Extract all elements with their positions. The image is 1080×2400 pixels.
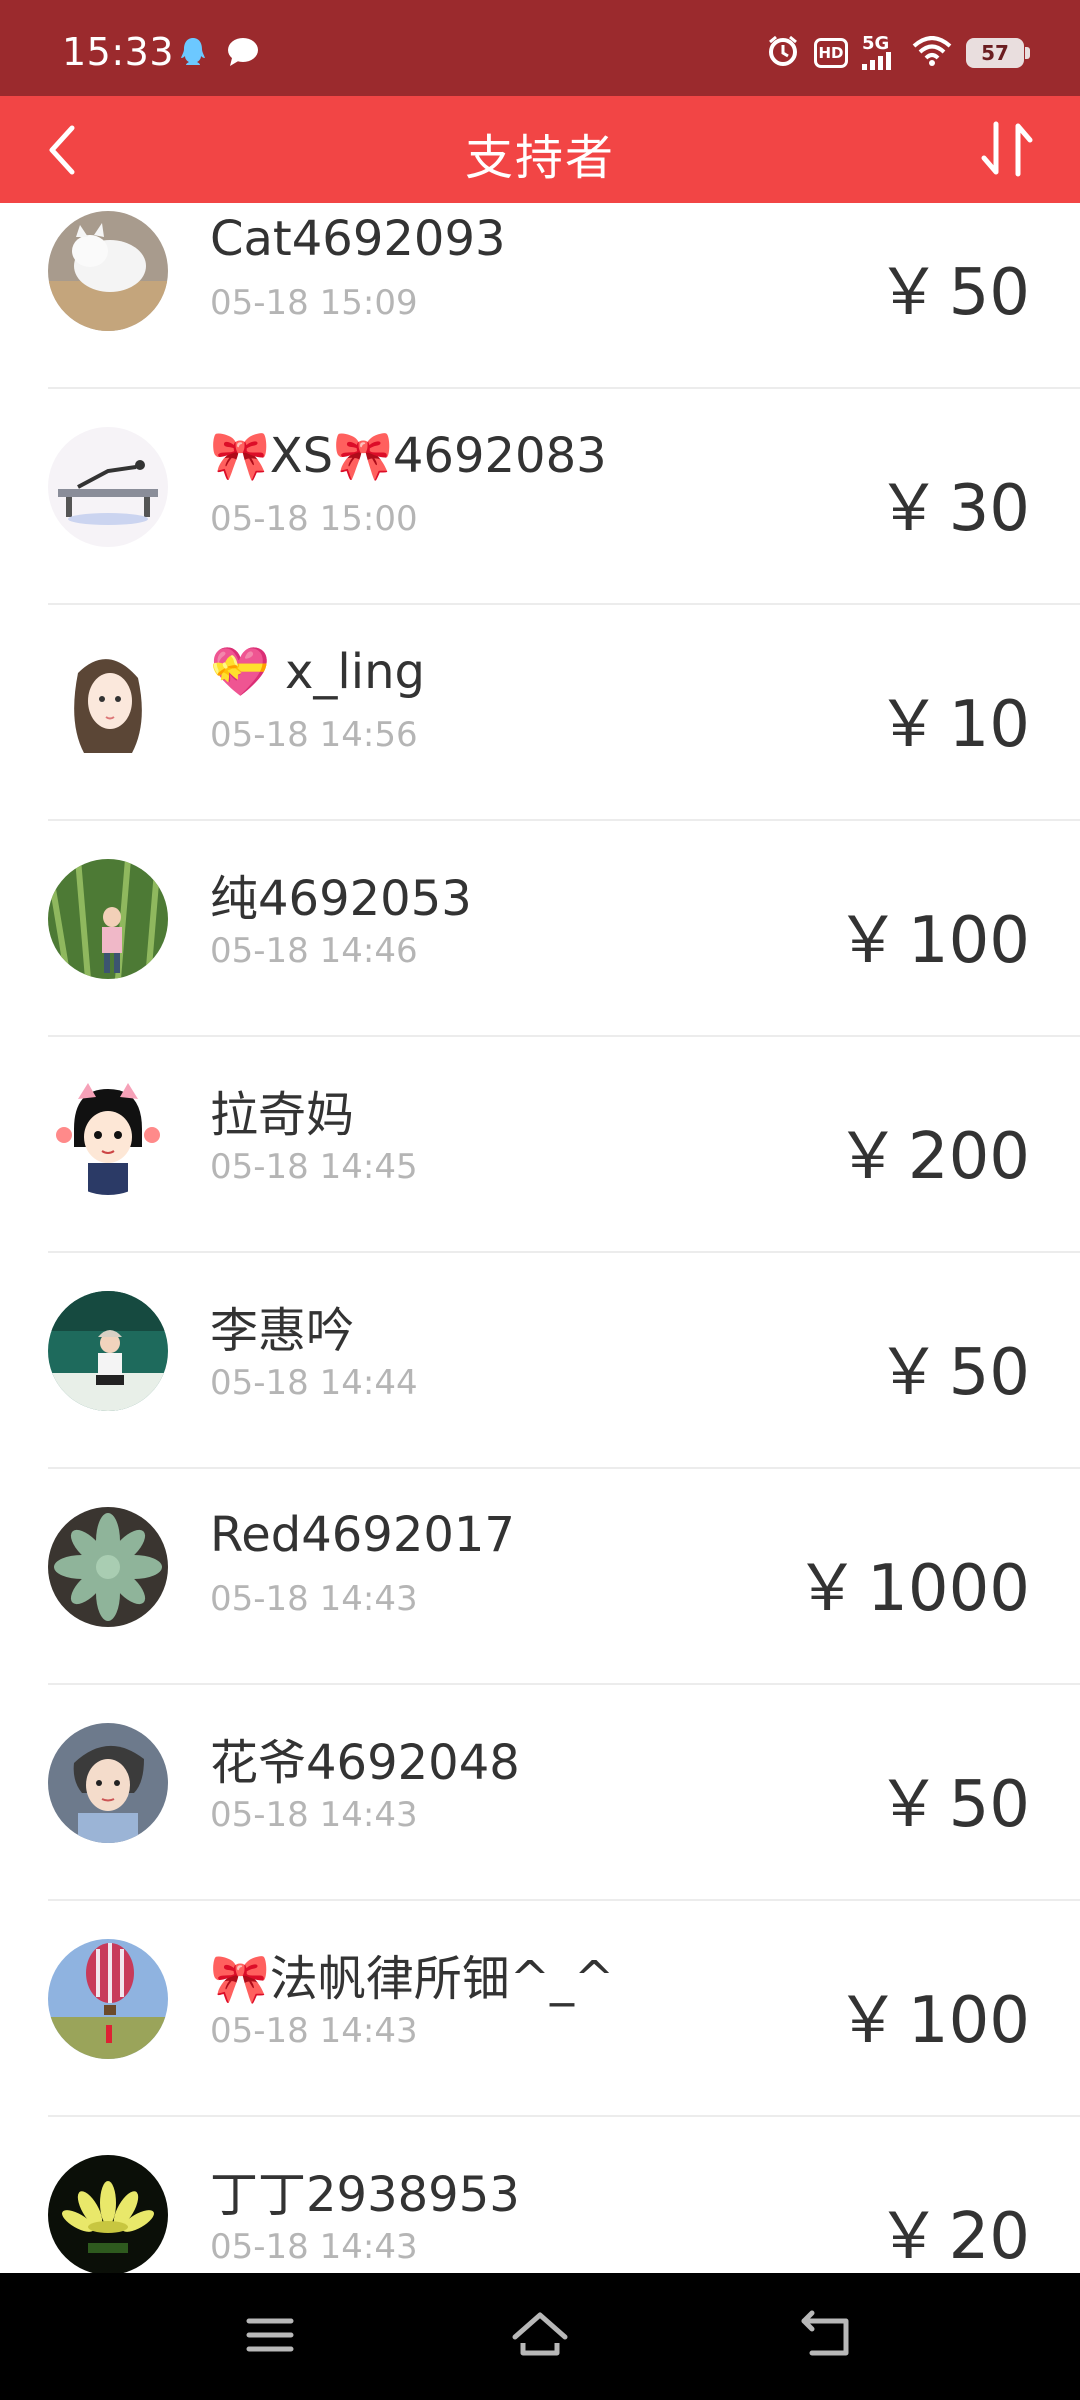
avatar <box>48 1723 168 1843</box>
supporter-name: Red4692017 <box>210 1507 515 1563</box>
supporter-row[interactable]: 拉奇妈 05-18 14:45 ￥ 200 <box>0 1037 1080 1253</box>
supporter-amount: ￥ 10 <box>876 688 1030 762</box>
supporter-amount: ￥ 100 <box>835 904 1030 978</box>
supporter-name: Cat4692093 <box>210 211 506 267</box>
avatar <box>48 643 168 763</box>
supporter-time: 05-18 15:09 <box>210 283 418 323</box>
supporter-time: 05-18 14:56 <box>210 715 418 755</box>
supporter-row[interactable]: 花爷4692048 05-18 14:43 ￥ 50 <box>0 1685 1080 1901</box>
supporter-amount: ￥ 50 <box>876 1768 1030 1842</box>
status-time: 15:33 <box>62 30 175 74</box>
system-nav-bar <box>0 2273 1080 2400</box>
supporter-row[interactable]: 🎀XS🎀4692083 05-18 15:00 ￥ 30 <box>0 389 1080 605</box>
avatar <box>48 1939 168 2059</box>
cellular-signal-icon: 5G <box>862 35 898 70</box>
notification-icons <box>178 36 260 74</box>
supporter-row[interactable]: 李惠吟 05-18 14:44 ￥ 50 <box>0 1253 1080 1469</box>
battery-indicator: 57 <box>966 38 1030 68</box>
back-icon <box>801 2310 849 2356</box>
menu-icon <box>246 2318 294 2352</box>
supporter-row[interactable]: 丁丁2938953 05-18 14:43 ￥ 20 <box>0 2117 1080 2273</box>
supporter-amount: ￥ 1000 <box>795 1552 1030 1626</box>
supporter-time: 05-18 14:46 <box>210 931 418 971</box>
app-header: 支持者 <box>0 96 1080 203</box>
supporter-time: 05-18 14:45 <box>210 1147 418 1187</box>
page-title: 支持者 <box>464 130 615 186</box>
supporter-amount: ￥ 30 <box>876 472 1030 546</box>
supporter-name: 拉奇妈 <box>210 1087 355 1143</box>
home-button[interactable] <box>505 2303 575 2367</box>
supporter-list[interactable]: Cat4692093 05-18 15:09 ￥ 50 🎀XS🎀4692083 0… <box>0 203 1080 2273</box>
supporter-amount: ￥ 20 <box>876 2200 1030 2273</box>
status-bar: 15:33 HD 5G 57 <box>0 0 1080 96</box>
supporter-name: 🎀法帆律所钿^_^ <box>210 1951 615 2007</box>
supporter-name: 🎀XS🎀4692083 <box>210 428 607 484</box>
avatar <box>48 1075 168 1195</box>
supporter-row[interactable]: 💝 x_ling 05-18 14:56 ￥ 10 <box>0 605 1080 821</box>
wifi-icon <box>912 36 952 70</box>
qq-notification-icon <box>178 36 208 74</box>
supporter-row[interactable]: 纯4692053 05-18 14:46 ￥ 100 <box>0 821 1080 1037</box>
supporter-row[interactable]: Cat4692093 05-18 15:09 ￥ 50 <box>0 203 1080 389</box>
supporter-amount: ￥ 200 <box>835 1120 1030 1194</box>
avatar <box>48 427 168 547</box>
menu-button[interactable] <box>235 2303 305 2367</box>
supporter-time: 05-18 14:43 <box>210 2011 418 2051</box>
supporter-amount: ￥ 100 <box>835 1984 1030 2058</box>
avatar <box>48 211 168 331</box>
sort-arrows-icon <box>981 121 1033 177</box>
supporter-time: 05-18 14:43 <box>210 2227 418 2267</box>
supporter-time: 05-18 15:00 <box>210 499 418 539</box>
supporter-name: 纯4692053 <box>210 871 472 927</box>
back-nav-button[interactable] <box>790 2303 860 2367</box>
supporter-time: 05-18 14:43 <box>210 1795 418 1835</box>
message-notification-icon <box>226 36 260 74</box>
supporter-amount: ￥ 50 <box>876 256 1030 330</box>
avatar <box>48 859 168 979</box>
home-icon <box>512 2312 568 2356</box>
supporter-name: 丁丁2938953 <box>210 2167 520 2223</box>
supporter-name: 李惠吟 <box>210 1303 355 1359</box>
supporter-row[interactable]: 🎀法帆律所钿^_^ 05-18 14:43 ￥ 100 <box>0 1901 1080 2117</box>
avatar <box>48 1507 168 1627</box>
supporter-amount: ￥ 50 <box>876 1336 1030 1410</box>
hd-badge: HD <box>814 38 848 68</box>
supporter-row[interactable]: Red4692017 05-18 14:43 ￥ 1000 <box>0 1469 1080 1685</box>
avatar <box>48 1291 168 1411</box>
supporter-name: 💝 x_ling <box>210 644 425 700</box>
avatar <box>48 2155 168 2273</box>
sort-button[interactable] <box>972 114 1042 184</box>
supporter-time: 05-18 14:43 <box>210 1579 418 1619</box>
system-icons: HD 5G 57 <box>766 34 1030 72</box>
supporter-time: 05-18 14:44 <box>210 1363 418 1403</box>
supporter-name: 花爷4692048 <box>210 1735 520 1791</box>
alarm-icon <box>766 34 800 72</box>
